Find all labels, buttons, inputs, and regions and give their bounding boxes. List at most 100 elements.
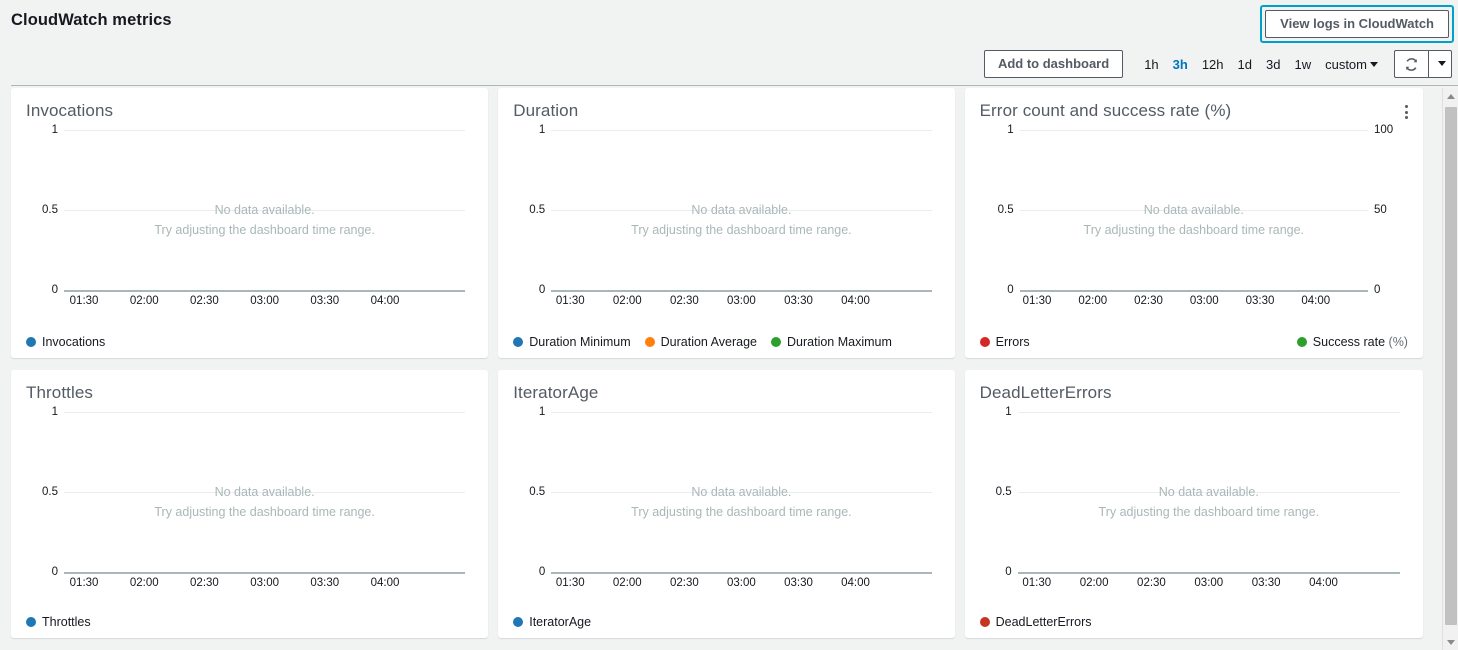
x-tick-label: 02:00 — [130, 577, 159, 589]
chevron-down-icon — [1438, 61, 1446, 66]
x-axis: 01:30 02:00 02:30 03:00 03:30 04:00 — [64, 572, 465, 596]
time-range-3h[interactable]: 3h — [1166, 55, 1195, 74]
legend-item[interactable]: Duration Average — [645, 335, 757, 349]
legend-label: DeadLetterErrors — [996, 615, 1092, 629]
view-logs-in-cloudwatch-button[interactable]: View logs in CloudWatch — [1265, 10, 1449, 38]
legend-label: Errors — [996, 335, 1030, 349]
kebab-dot — [1405, 116, 1408, 119]
kebab-dot — [1405, 105, 1408, 108]
time-range-3d[interactable]: 3d — [1259, 55, 1287, 74]
y-tick-label: 0.5 — [529, 204, 545, 216]
x-tick-label: 03:00 — [727, 295, 756, 307]
time-range-1h[interactable]: 1h — [1137, 55, 1165, 74]
add-to-dashboard-button[interactable]: Add to dashboard — [984, 50, 1123, 78]
metric-card-deadlettererrors: DeadLetterErrors 1 0.5 0 No data availab… — [965, 370, 1423, 638]
x-tick-label: 03:00 — [1190, 295, 1219, 307]
chart-duration: 1 0.5 0 No data available. Try adjusting… — [513, 130, 939, 318]
x-tick-label: 03:00 — [250, 577, 279, 589]
chart-error-count-success-rate: 1 100 0.5 50 0 0 No data available. Try … — [980, 130, 1408, 318]
card-title: DeadLetterErrors — [980, 383, 1408, 403]
y-tick-label: 0.5 — [996, 486, 1012, 498]
y-tick-label: 0.5 — [998, 204, 1014, 216]
y-tick-label: 0.5 — [529, 486, 545, 498]
x-tick-label: 02:30 — [1137, 577, 1166, 589]
time-range-12h[interactable]: 12h — [1195, 55, 1231, 74]
y-tick-label: 1 — [539, 124, 545, 136]
legend-item[interactable]: Invocations — [26, 335, 105, 349]
header-divider — [11, 85, 1458, 86]
time-range-1d[interactable]: 1d — [1231, 55, 1259, 74]
legend-label: Duration Minimum — [529, 335, 630, 349]
y-tick-label: 0.5 — [42, 486, 58, 498]
x-axis: 01:30 02:00 02:30 03:00 03:30 04:00 — [1018, 572, 1400, 596]
empty-state-message: No data available. — [551, 485, 931, 499]
time-range-custom-dropdown[interactable]: custom — [1318, 55, 1381, 74]
x-tick-label: 02:00 — [613, 295, 642, 307]
legend-item[interactable]: Success rate (%) — [1297, 335, 1408, 349]
y-tick-label: 0.5 — [42, 204, 58, 216]
legend-label: IteratorAge — [529, 615, 591, 629]
legend-item[interactable]: Errors — [980, 335, 1030, 349]
gridline-1: 1 — [64, 412, 465, 413]
x-tick-label: 02:30 — [190, 295, 219, 307]
metrics-row-1: Invocations 1 0.5 0 No data available. — [0, 88, 1434, 358]
metrics-row-2: Throttles 1 0.5 0 No data available. — [0, 370, 1434, 638]
empty-state-hint: Try adjusting the dashboard time range. — [64, 223, 465, 237]
vertical-scrollbar[interactable] — [1442, 88, 1458, 650]
x-tick-label: 03:00 — [1194, 577, 1223, 589]
legend-item[interactable]: DeadLetterErrors — [980, 615, 1092, 629]
x-tick-label: 01:30 — [70, 577, 99, 589]
y-tick-label: 0 — [52, 284, 58, 296]
x-tick-label: 02:30 — [670, 295, 699, 307]
legend-color-dot — [980, 617, 990, 627]
page-title: CloudWatch metrics — [11, 11, 172, 30]
time-range-1w[interactable]: 1w — [1287, 55, 1318, 74]
y-tick-label: 0 — [52, 566, 58, 578]
scrollbar-thumb[interactable] — [1445, 107, 1457, 625]
y2-tick-label: 100 — [1374, 124, 1393, 136]
refresh-options-button[interactable] — [1428, 50, 1452, 78]
x-tick-label: 03:30 — [310, 295, 339, 307]
card-options-menu-icon[interactable] — [1403, 103, 1410, 121]
scroll-up-arrow-icon[interactable] — [1443, 88, 1458, 104]
legend-color-dot — [513, 337, 523, 347]
empty-state-message: No data available. — [551, 203, 931, 217]
x-tick-label: 01:30 — [556, 295, 585, 307]
refresh-button[interactable] — [1394, 50, 1428, 78]
x-tick-label: 04:00 — [371, 577, 400, 589]
gridline-1: 1 — [551, 130, 931, 131]
empty-state-hint: Try adjusting the dashboard time range. — [1020, 223, 1368, 237]
legend-label: Duration Average — [661, 335, 757, 349]
chart-legend: Duration Minimum Duration Average Durati… — [513, 335, 939, 349]
x-tick-label: 03:30 — [784, 295, 813, 307]
y-tick-label: 1 — [1007, 124, 1013, 136]
x-tick-label: 01:30 — [1022, 577, 1051, 589]
card-title: Duration — [513, 101, 939, 121]
x-tick-label: 01:30 — [70, 295, 99, 307]
legend-item[interactable]: IteratorAge — [513, 615, 591, 629]
chart-throttles: 1 0.5 0 No data available. Try adjusting… — [26, 412, 473, 600]
empty-state-message: No data available. — [1020, 203, 1368, 217]
scroll-down-arrow-icon[interactable] — [1443, 634, 1458, 650]
legend-label: Success rate (%) — [1313, 335, 1408, 349]
plot-area: 1 0.5 0 No data available. Try adjusting… — [551, 412, 931, 572]
legend-item[interactable]: Throttles — [26, 615, 91, 629]
x-tick-label: 02:00 — [1078, 295, 1107, 307]
x-tick-label: 02:30 — [1134, 295, 1163, 307]
view-logs-focus-ring: View logs in CloudWatch — [1260, 5, 1454, 43]
x-tick-label: 02:30 — [670, 577, 699, 589]
chart-deadlettererrors: 1 0.5 0 No data available. Try adjusting… — [980, 412, 1408, 600]
legend-item[interactable]: Duration Maximum — [771, 335, 892, 349]
metric-card-throttles: Throttles 1 0.5 0 No data available. — [11, 370, 488, 638]
legend-series-name: Success rate — [1313, 335, 1385, 349]
chart-invocations: 1 0.5 0 No data available. Try adjusting… — [26, 130, 473, 318]
x-tick-label: 04:00 — [1309, 577, 1338, 589]
legend-item[interactable]: Duration Minimum — [513, 335, 630, 349]
legend-label: Invocations — [42, 335, 105, 349]
plot-area: 1 0.5 0 No data available. Try adjusting… — [64, 130, 465, 290]
x-tick-label: 04:00 — [1301, 295, 1330, 307]
empty-state-hint: Try adjusting the dashboard time range. — [551, 223, 931, 237]
x-tick-label: 01:30 — [1023, 295, 1052, 307]
y-tick-label: 0 — [539, 566, 545, 578]
legend-color-dot — [26, 617, 36, 627]
